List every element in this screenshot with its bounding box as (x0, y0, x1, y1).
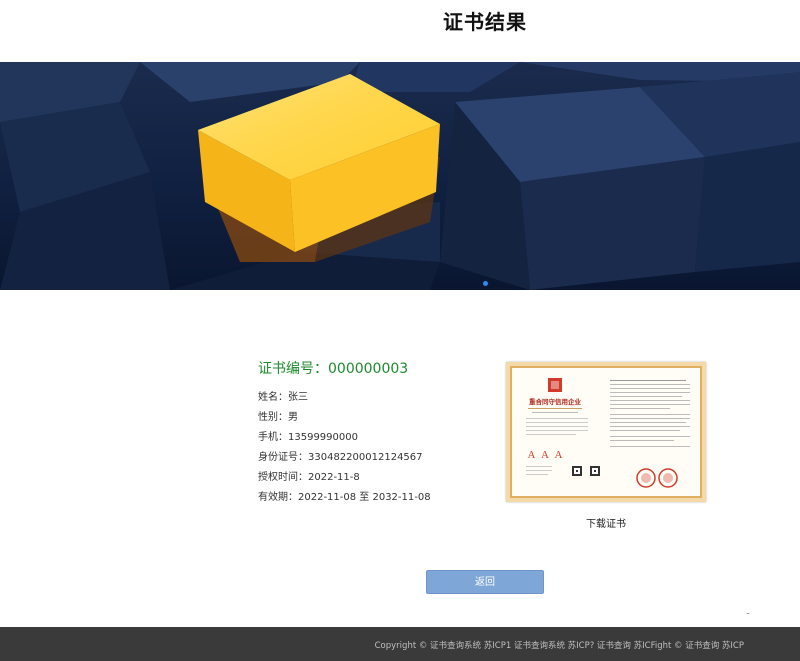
field-label: 手机： (258, 432, 288, 443)
certificate-rating: A A A (528, 449, 565, 461)
banner-cubes-illustration (0, 62, 800, 290)
certificate-info-list: 姓名：张三 性别：男 手机：13599990000 身份证号：330482200… (258, 390, 431, 510)
info-row-id-number: 身份证号：330482200012124567 (258, 450, 431, 470)
field-value: 330482200012124567 (308, 452, 423, 463)
return-button[interactable]: 返回 (426, 570, 544, 594)
hero-banner (0, 62, 800, 290)
info-row-authorized-date: 授权时间：2022-11-8 (258, 470, 431, 490)
certificate-contents: 重合同守信用企业 A A A (526, 378, 690, 488)
certificate-number: 证书编号：000000003 (258, 358, 408, 378)
scroll-mark-icon: ˜ (746, 612, 750, 621)
field-value: 2022-11-8 (308, 472, 360, 483)
field-label: 姓名： (258, 392, 288, 403)
info-row-gender: 性别：男 (258, 410, 431, 430)
field-label: 授权时间： (258, 472, 308, 483)
field-value: 13599990000 (288, 432, 358, 443)
certificate-frame: 重合同守信用企业 A A A (510, 366, 702, 498)
download-certificate-link[interactable]: 下载证书 (506, 515, 706, 530)
page-title: 证书结果 (443, 10, 527, 34)
field-value: 张三 (288, 392, 308, 403)
certificate-number-value: 000000003 (328, 361, 409, 377)
field-label: 身份证号： (258, 452, 308, 463)
field-value: 2022-11-08 至 2032-11-08 (298, 492, 431, 503)
field-label: 有效期： (258, 492, 298, 503)
carousel-indicator-dot[interactable] (483, 281, 488, 286)
field-value: 男 (288, 412, 298, 423)
footer-copyright: Copyright © 证书查询系统 苏ICP1 证书查询系统 苏ICP? 证书… (374, 641, 744, 651)
info-row-name: 姓名：张三 (258, 390, 431, 410)
field-label: 性别： (258, 412, 288, 423)
info-row-validity: 有效期：2022-11-08 至 2032-11-08 (258, 490, 431, 510)
info-row-phone: 手机：13599990000 (258, 430, 431, 450)
certificate-heading: 重合同守信用企业 (529, 397, 582, 406)
footer: Copyright © 证书查询系统 苏ICP1 证书查询系统 苏ICP? 证书… (0, 627, 800, 661)
certificate-image: 重合同守信用企业 A A A (506, 362, 706, 502)
certificate-number-label: 证书编号： (258, 361, 328, 377)
